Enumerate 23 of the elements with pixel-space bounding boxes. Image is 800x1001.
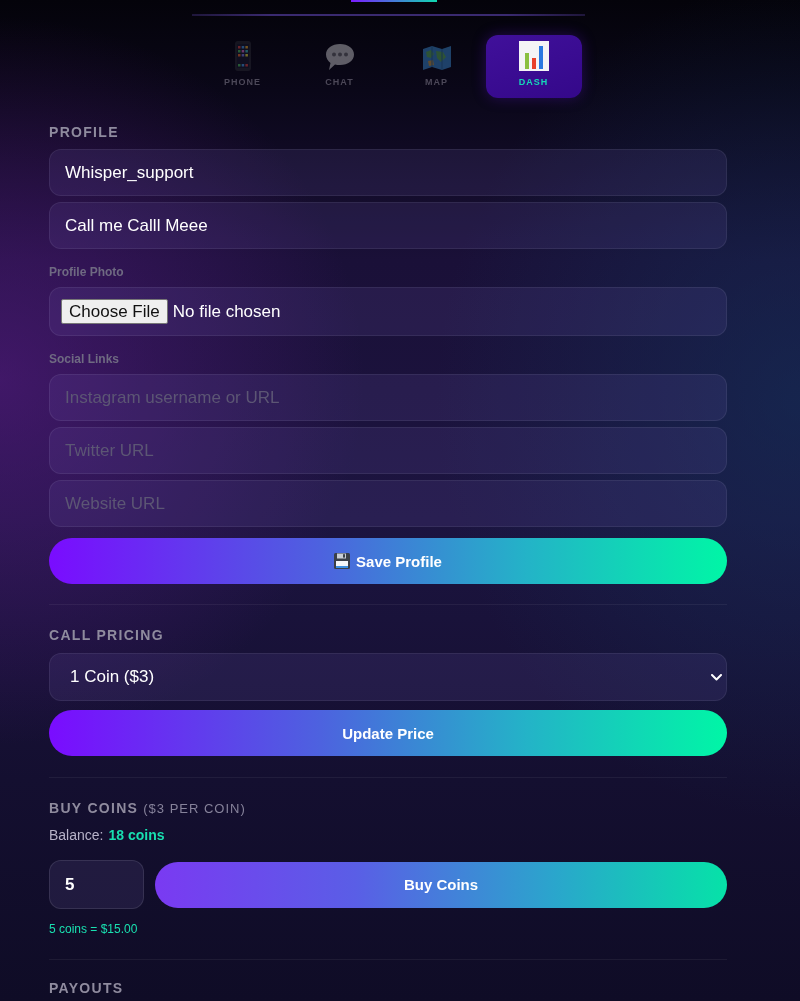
save-profile-button[interactable]: Save Profile <box>49 538 727 584</box>
file-status: No file chosen <box>172 301 281 322</box>
phone-icon <box>234 41 251 71</box>
chevron-down-icon <box>711 673 722 681</box>
balance-value: 18 coins <box>108 827 165 843</box>
section-heading: CALL PRICING <box>49 627 165 643</box>
choose-file-button[interactable]: Choose File <box>61 299 168 324</box>
price-select[interactable]: 1 Coin ($3) <box>49 653 727 701</box>
nav-tab[interactable]: DASH <box>485 35 582 98</box>
buy-coins-button[interactable]: Buy Coins <box>155 861 727 908</box>
field-label: Profile Photo <box>49 265 125 279</box>
section-heading: PAYOUTS <box>49 980 125 996</box>
bar-chart-icon <box>518 41 549 71</box>
photo-file-field[interactable]: Choose File No file chosen <box>49 287 727 336</box>
price-note: ($3 PER COIN) <box>143 801 246 817</box>
section-heading: PROFILE <box>49 124 120 140</box>
field-label: Social Links <box>49 352 121 366</box>
total-price: 5 coins = $15.00 <box>49 922 139 936</box>
section-heading: BUY COINS <box>49 800 139 816</box>
speech-bubble-icon <box>324 43 355 71</box>
balance-label: Balance: <box>49 827 104 843</box>
update-price-button[interactable]: Update Price <box>49 710 727 756</box>
map-icon <box>421 45 452 71</box>
